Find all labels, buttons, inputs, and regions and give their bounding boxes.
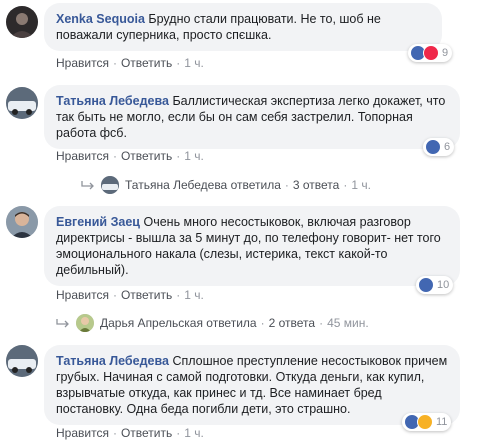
- comment-author[interactable]: Евгений Заец: [56, 215, 140, 229]
- avatar[interactable]: [6, 6, 38, 38]
- comment-author[interactable]: Xenka Sequoia: [56, 12, 145, 26]
- reply-count[interactable]: 3 ответа: [293, 178, 339, 192]
- comment-bubble: Татьяна Лебедева Сплошное преступление н…: [44, 345, 460, 425]
- comment-time[interactable]: 1 ч.: [184, 426, 204, 440]
- reply-time: 1 ч.: [351, 178, 371, 192]
- comment-actions: Нравится · Ответить · 1 ч.: [56, 288, 204, 302]
- comment-bubble: Xenka Sequoia Брудно стали працювати. Не…: [44, 3, 442, 51]
- avatar: [101, 176, 119, 194]
- like-reaction-icon: [425, 139, 441, 155]
- reaction-count: 10: [437, 279, 450, 291]
- comment-time[interactable]: 1 ч.: [184, 149, 204, 163]
- avatar[interactable]: [6, 87, 38, 119]
- reaction-summary[interactable]: 9: [408, 44, 453, 62]
- avatar[interactable]: [6, 206, 38, 238]
- comment-time[interactable]: 1 ч.: [184, 56, 204, 70]
- comment-time[interactable]: 1 ч.: [184, 288, 204, 302]
- love-reaction-icon: [423, 45, 439, 61]
- comment-author[interactable]: Татьяна Лебедева: [56, 354, 169, 368]
- reaction-count: 6: [444, 141, 451, 153]
- comment-actions: Нравится · Ответить · 1 ч.: [56, 149, 204, 163]
- reply-link[interactable]: Ответить: [121, 288, 172, 302]
- sad-reaction-icon: [417, 414, 433, 430]
- like-link[interactable]: Нравится: [56, 149, 109, 163]
- comment-author[interactable]: Татьяна Лебедева: [56, 94, 169, 108]
- like-link[interactable]: Нравится: [56, 288, 109, 302]
- reply-link[interactable]: Ответить: [121, 149, 172, 163]
- comment-bubble: Татьяна Лебедева Баллистическая эксперти…: [44, 85, 460, 149]
- reply-link[interactable]: Ответить: [121, 56, 172, 70]
- like-link[interactable]: Нравится: [56, 426, 109, 440]
- comment-bubble: Евгений Заец Очень много несостыковок, в…: [44, 206, 460, 286]
- reply-count[interactable]: 2 ответа: [269, 316, 315, 330]
- reaction-summary[interactable]: 10: [416, 276, 454, 294]
- reaction-summary[interactable]: 6: [423, 138, 455, 156]
- reply-arrow-icon: [81, 181, 94, 190]
- reply-link[interactable]: Ответить: [121, 426, 172, 440]
- comment-actions: Нравится · Ответить · 1 ч.: [56, 426, 204, 440]
- replies-summary[interactable]: Дарья Апрельская ответила · 2 ответа · 45 ми…: [56, 314, 369, 332]
- comment-actions: Нравится · Ответить · 1 ч.: [56, 56, 204, 70]
- reply-time: 45 мин.: [327, 316, 369, 330]
- like-reaction-icon: [418, 277, 434, 293]
- reply-arrow-icon: [56, 319, 69, 328]
- reaction-count: 9: [442, 47, 449, 59]
- like-link[interactable]: Нравится: [56, 56, 109, 70]
- avatar[interactable]: [6, 345, 38, 377]
- reaction-summary[interactable]: 11: [402, 413, 452, 431]
- reaction-count: 11: [436, 416, 448, 428]
- replies-summary[interactable]: Татьяна Лебедева ответила · 3 ответа · 1 ч.: [81, 176, 371, 194]
- avatar: [76, 314, 94, 332]
- reply-author[interactable]: Дарья Апрельская ответила: [100, 316, 257, 330]
- reply-author[interactable]: Татьяна Лебедева ответила: [125, 178, 281, 192]
